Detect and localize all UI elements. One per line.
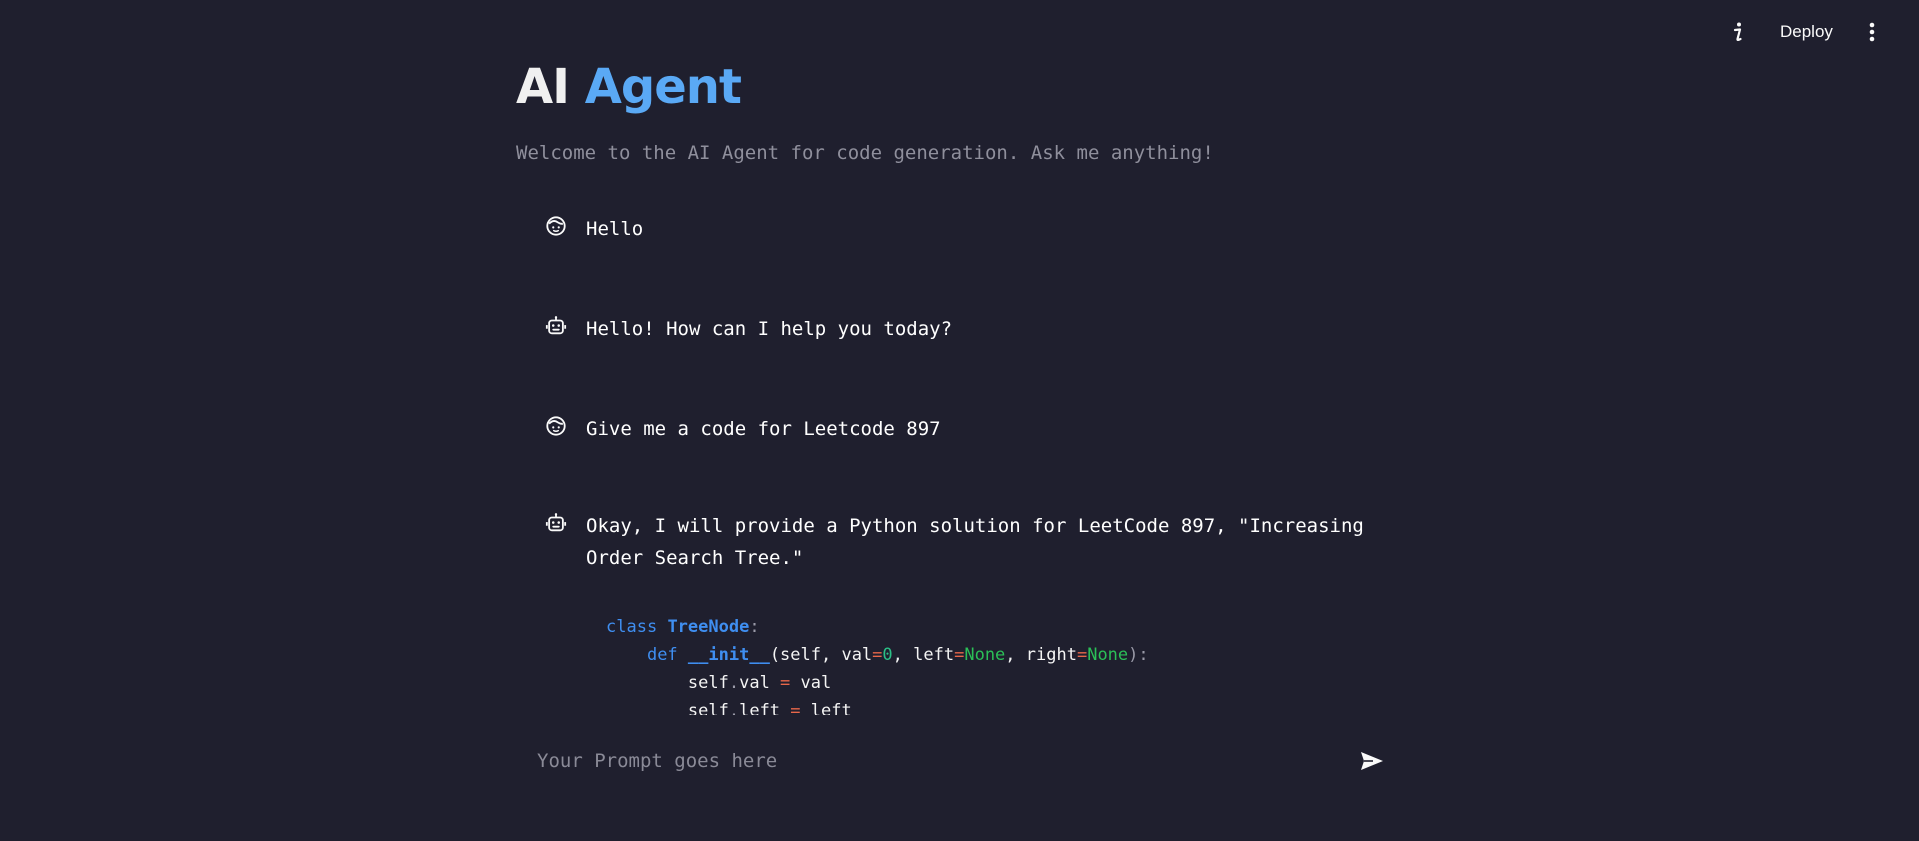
assistant-avatar <box>540 310 572 342</box>
code-line: def __init__(self, val=0, left=None, rig… <box>646 645 1149 665</box>
deploy-button[interactable]: Deploy <box>1770 16 1843 48</box>
code-block: class TreeNode: def __init__(self, val=0… <box>606 613 1149 715</box>
chat-history[interactable]: Hello Hello! How can I help you today? G… <box>540 210 1396 715</box>
message-text: Okay, I will provide a Python solution f… <box>586 515 1364 569</box>
send-icon <box>1361 752 1383 770</box>
send-button[interactable] <box>1356 745 1388 777</box>
prompt-input[interactable] <box>516 736 1336 786</box>
code-line: class TreeNode: <box>606 617 760 637</box>
robot-icon <box>545 316 567 335</box>
user-avatar <box>540 410 572 442</box>
main-menu-button[interactable] <box>1856 16 1888 48</box>
user-face-icon <box>546 216 566 236</box>
page-title: AI Agent <box>516 55 742 119</box>
code-line: self.left = left <box>687 701 852 715</box>
page-subtitle: Welcome to the AI Agent for code generat… <box>516 142 1214 164</box>
user-face-icon <box>546 416 566 436</box>
assistant-avatar <box>540 507 572 539</box>
top-toolbar: Deploy <box>0 0 1919 64</box>
robot-icon <box>545 513 567 532</box>
message-text: Hello <box>586 218 644 240</box>
code-line: self.val = val <box>687 673 832 693</box>
title-word-ai: AI <box>516 59 570 115</box>
info-icon <box>1733 22 1742 42</box>
chat-input-container <box>516 736 1396 786</box>
title-word-agent: Agent <box>584 59 742 115</box>
user-avatar <box>540 210 572 242</box>
more-vertical-icon <box>1869 22 1875 42</box>
message-text: Give me a code for Leetcode 897 <box>586 418 941 440</box>
message-text: Hello! How can I help you today? <box>586 318 953 340</box>
info-button[interactable] <box>1722 16 1754 48</box>
